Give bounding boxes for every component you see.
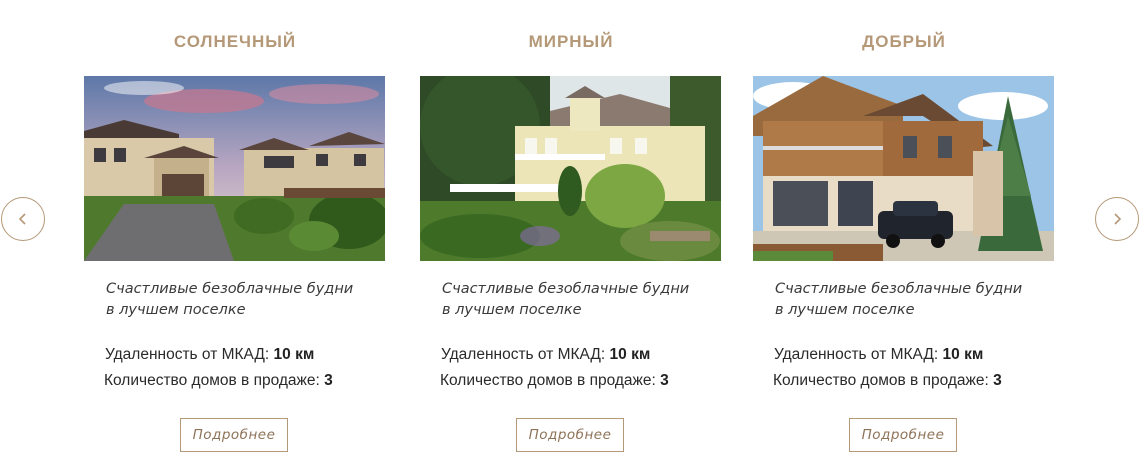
card-title[interactable]: СОЛНЕЧНЫЙ	[84, 32, 386, 52]
carousel-next-button[interactable]	[1095, 197, 1139, 241]
details-button[interactable]: Подробнее	[516, 418, 624, 452]
card-title[interactable]: ДОБРЫЙ	[753, 32, 1055, 52]
card-tagline: Счастливые безоблачные будни в лучшем по…	[106, 281, 354, 318]
distance-info: Удаленность от МКАД: 10 км	[441, 346, 651, 363]
chevron-left-icon	[18, 213, 26, 225]
card-title[interactable]: МИРНЫЙ	[420, 32, 722, 52]
village-photo[interactable]	[84, 76, 385, 261]
village-photo[interactable]	[753, 76, 1054, 261]
village-photo[interactable]	[420, 76, 721, 261]
details-button[interactable]: Подробнее	[180, 418, 288, 452]
card-tagline: Счастливые безоблачные будни в лучшем по…	[775, 281, 1023, 318]
distance-info: Удаленность от МКАД: 10 км	[774, 346, 984, 363]
distance-info: Удаленность от МКАД: 10 км	[105, 346, 315, 363]
houses-count-info: Количество домов в продаже: 3	[773, 372, 1002, 389]
chevron-right-icon	[1114, 213, 1122, 225]
houses-count-info: Количество домов в продаже: 3	[440, 372, 669, 389]
houses-count-info: Количество домов в продаже: 3	[104, 372, 333, 389]
carousel-prev-button[interactable]	[1, 197, 45, 241]
details-button[interactable]: Подробнее	[849, 418, 957, 452]
card-tagline: Счастливые безоблачные будни в лучшем по…	[442, 281, 690, 318]
